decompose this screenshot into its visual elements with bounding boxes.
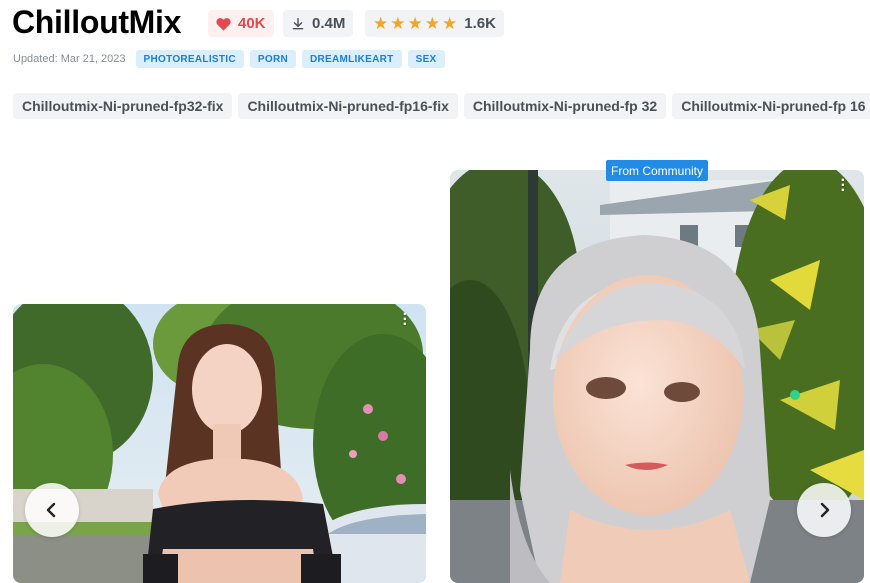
tag-photorealistic[interactable]: PHOTOREALISTIC: [135, 50, 244, 68]
heart-icon: [216, 17, 231, 31]
tag-sex[interactable]: SEX: [407, 50, 445, 68]
tag-porn[interactable]: PORN: [249, 50, 296, 68]
download-count: 0.4M: [312, 15, 346, 32]
version-tabs: Chilloutmix-Ni-pruned-fp32-fix Chilloutm…: [13, 93, 870, 119]
gallery-image-1[interactable]: · · ·: [13, 304, 426, 583]
tag-dreamlikeart[interactable]: DREAMLIKEART: [301, 50, 402, 68]
star-icon: ★: [442, 14, 458, 33]
model-meta: Updated: Mar 21, 2023 PHOTOREALISTIC POR…: [13, 50, 445, 68]
carousel-next-button[interactable]: [797, 483, 851, 537]
star-icon: ★: [390, 14, 406, 33]
version-tab[interactable]: Chilloutmix-Ni-pruned-fp32-fix: [13, 93, 233, 119]
photo-street-girl: [13, 304, 426, 583]
version-tab[interactable]: Chilloutmix-Ni-pruned-fp 16: [672, 93, 870, 119]
download-button[interactable]: 0.4M: [283, 10, 354, 37]
version-tab[interactable]: Chilloutmix-Ni-pruned-fp16-fix: [238, 93, 458, 119]
chevron-right-icon: [820, 502, 830, 518]
model-title: ChilloutMix: [12, 4, 182, 40]
star-icon: ★: [373, 14, 389, 33]
rating-button[interactable]: ★ ★ ★ ★ ★ 1.6K: [365, 10, 504, 37]
version-tab[interactable]: Chilloutmix-Ni-pruned-fp 32: [463, 93, 667, 119]
chevron-left-icon: [46, 502, 56, 518]
like-button[interactable]: 40K: [208, 10, 274, 37]
star-icon: ★: [407, 14, 423, 33]
download-icon: [292, 17, 304, 29]
rating-count: 1.6K: [464, 15, 496, 32]
carousel-prev-button[interactable]: [25, 483, 79, 537]
more-vertical-icon[interactable]: · · ·: [841, 173, 846, 199]
more-vertical-icon[interactable]: · · ·: [403, 307, 408, 333]
star-icon: ★: [424, 14, 440, 33]
rating-stars: ★ ★ ★ ★ ★: [373, 15, 457, 32]
updated-date: Updated: Mar 21, 2023: [13, 53, 126, 65]
community-badge: From Community: [606, 160, 709, 181]
like-count: 40K: [238, 15, 266, 32]
